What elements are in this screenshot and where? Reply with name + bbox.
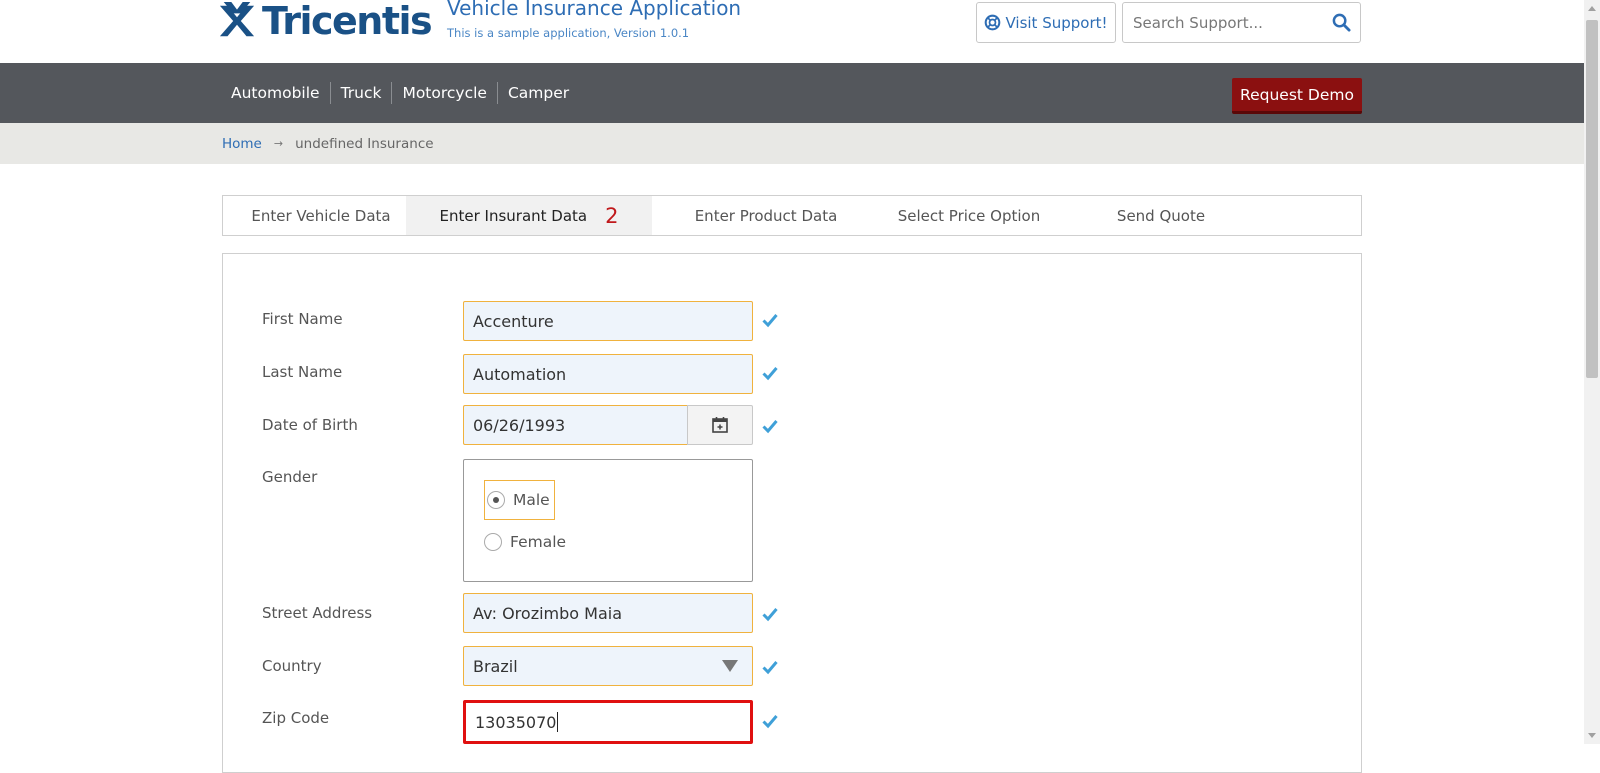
insurant-form-panel xyxy=(222,253,1362,773)
gender-radio-group: Male Female xyxy=(463,459,753,582)
valid-check-icon xyxy=(762,715,778,729)
zip-code-input[interactable]: 13035070 xyxy=(463,700,753,744)
radio-selected-icon xyxy=(487,491,505,509)
app-subtitle: This is a sample application, Version 1.… xyxy=(447,26,690,40)
gender-label: Gender xyxy=(262,468,318,486)
gender-female-option[interactable]: Female xyxy=(484,522,566,562)
first-name-label: First Name xyxy=(262,310,343,328)
tab-enter-insurant-data[interactable]: Enter Insurant Data 2 xyxy=(406,196,652,235)
last-name-input[interactable]: Automation xyxy=(463,354,753,394)
tab-enter-product-data[interactable]: Enter Product Data xyxy=(677,196,855,235)
scroll-up-arrow-icon[interactable] xyxy=(1588,6,1596,11)
breadcrumb-arrow-icon: → xyxy=(273,137,284,150)
tab-error-count: 2 xyxy=(605,203,619,228)
street-address-label: Street Address xyxy=(262,604,373,622)
country-value: Brazil xyxy=(473,656,518,676)
calendar-icon xyxy=(712,417,728,433)
tab-label: Send Quote xyxy=(1116,206,1206,225)
tricentis-x-logo-icon xyxy=(219,1,255,36)
breadcrumb-home-link[interactable]: Home xyxy=(222,136,262,152)
scrollbar-thumb[interactable] xyxy=(1586,20,1598,378)
last-name-label: Last Name xyxy=(262,363,343,381)
request-demo-button[interactable]: Request Demo xyxy=(1232,78,1362,114)
valid-check-icon xyxy=(762,367,778,381)
street-address-input[interactable]: Av: Orozimbo Maia xyxy=(463,593,753,633)
tab-label: Enter Product Data xyxy=(694,206,838,225)
logo-text: Tricentis xyxy=(262,0,433,43)
main-nav: Automobile Truck Motorcycle Camper Reque… xyxy=(0,63,1584,123)
tab-label: Enter Vehicle Data xyxy=(251,206,391,225)
tab-enter-vehicle-data[interactable]: Enter Vehicle Data xyxy=(231,196,411,235)
calendar-button[interactable] xyxy=(687,405,753,445)
tab-label: Enter Insurant Data xyxy=(439,206,588,225)
zip-code-label: Zip Code xyxy=(262,709,330,727)
tab-label: Select Price Option xyxy=(897,206,1041,225)
breadcrumb-inner: Home → undefined Insurance xyxy=(222,123,434,164)
valid-check-icon xyxy=(762,608,778,622)
gender-male-label: Male xyxy=(513,491,550,509)
country-label: Country xyxy=(262,657,322,675)
nav-items: Automobile Truck Motorcycle Camper xyxy=(221,63,579,123)
zip-code-value: 13035070 xyxy=(475,712,557,732)
valid-check-icon xyxy=(762,661,778,675)
country-select[interactable]: Brazil xyxy=(463,646,753,686)
valid-check-icon xyxy=(762,420,778,434)
search-box xyxy=(1122,2,1361,43)
radio-unselected-icon xyxy=(484,533,502,551)
scroll-down-arrow-icon[interactable] xyxy=(1588,733,1596,738)
nav-item-automobile[interactable]: Automobile xyxy=(221,82,330,104)
page-scrollbar[interactable] xyxy=(1584,0,1600,744)
app-title: Vehicle Insurance Application xyxy=(447,0,742,20)
wizard-tabs: Enter Vehicle Data Enter Insurant Data 2… xyxy=(222,195,1362,236)
tab-select-price-option[interactable]: Select Price Option xyxy=(879,196,1059,235)
lifebuoy-icon xyxy=(985,14,1001,31)
search-icon[interactable] xyxy=(1332,13,1351,32)
nav-item-motorcycle[interactable]: Motorcycle xyxy=(391,82,497,104)
dropdown-caret-icon xyxy=(722,660,738,672)
date-of-birth-label: Date of Birth xyxy=(262,416,358,434)
date-of-birth-input[interactable]: 06/26/1993 xyxy=(463,405,688,445)
breadcrumb: Home → undefined Insurance xyxy=(0,123,1584,164)
nav-item-truck[interactable]: Truck xyxy=(329,82,392,104)
tricentis-logo[interactable]: Tricentis xyxy=(218,0,433,43)
gender-female-label: Female xyxy=(510,533,567,551)
search-input[interactable] xyxy=(1123,3,1323,42)
first-name-input[interactable]: Accenture xyxy=(463,301,753,341)
breadcrumb-current: undefined Insurance xyxy=(295,135,434,152)
text-cursor xyxy=(557,712,559,732)
visit-support-label: Visit Support! xyxy=(1005,13,1108,32)
nav-item-camper[interactable]: Camper xyxy=(496,82,579,104)
visit-support-button[interactable]: Visit Support! xyxy=(976,2,1116,43)
tab-send-quote[interactable]: Send Quote xyxy=(1086,196,1236,235)
header: Tricentis Vehicle Insurance Application … xyxy=(0,0,1584,63)
valid-check-icon xyxy=(762,314,778,328)
gender-male-option[interactable]: Male xyxy=(484,480,555,520)
